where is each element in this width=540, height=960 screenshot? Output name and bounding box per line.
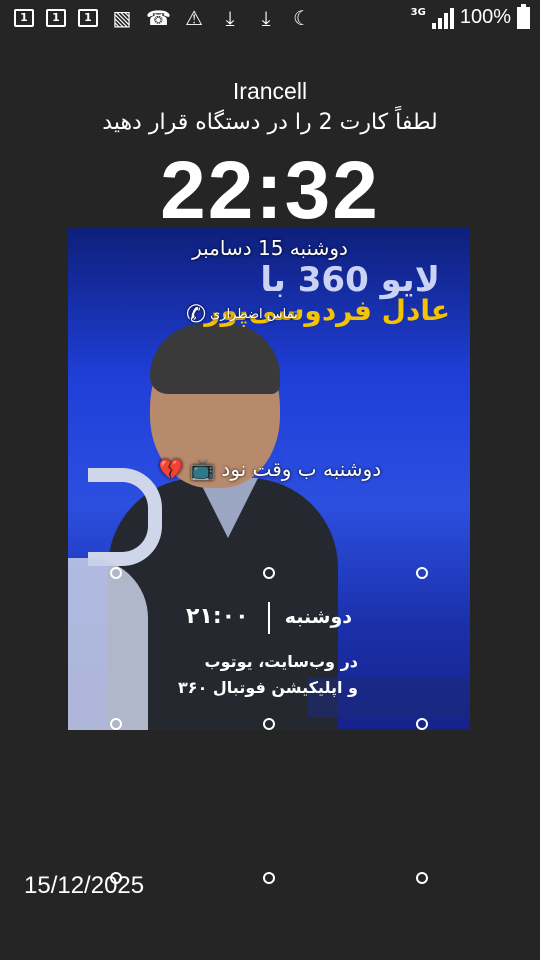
download-icon: ⤓ — [261, 6, 271, 30]
battery-icon — [517, 3, 530, 29]
warning-icon: ⚠ — [185, 6, 203, 30]
emergency-call-label: تماس اضطراری — [210, 306, 298, 322]
broken-heart-icon: 💔 — [158, 457, 184, 481]
owner-info-text: دوشنبه ب وقت نود — [221, 457, 382, 481]
tv-icon: 📺 — [190, 457, 216, 481]
battery-percent: 100% — [459, 6, 511, 28]
sim-1-icon: 1 — [14, 9, 34, 27]
wallpaper-day: دوشنبه — [284, 606, 352, 628]
pattern-dot[interactable] — [263, 872, 275, 884]
sim-1-icon: 1 — [78, 9, 98, 27]
status-bar: 1 1 1 ▧ ☎ ⚠ ⤓ ⤓ ☾ 3G 100% — [0, 0, 540, 38]
pattern-dot[interactable] — [110, 567, 122, 579]
wallpaper-person-hair — [150, 324, 280, 394]
wallpaper-logo-shape — [88, 468, 162, 566]
pattern-dot[interactable] — [416, 872, 428, 884]
pattern-dot[interactable] — [110, 718, 122, 730]
signal-icon — [431, 7, 454, 29]
missed-call-icon: ☎ — [146, 6, 171, 30]
notification-icons: 1 1 1 ▧ ☎ ⚠ ⤓ ⤓ ☾ — [14, 7, 314, 29]
carrier-name: Irancell — [232, 78, 308, 104]
pattern-dot[interactable] — [263, 718, 275, 730]
image-icon: ▧ — [112, 6, 132, 30]
pattern-dot[interactable] — [416, 567, 428, 579]
wallpaper-info-1: در وب‌سایت، یوتوب — [204, 652, 358, 671]
lock-date: دوشنبه 15 دسامبر — [192, 236, 348, 260]
pattern-dot[interactable] — [263, 567, 275, 579]
moon-icon: ☾ — [293, 6, 311, 30]
footer-date: 15/12/2025 — [24, 872, 145, 899]
pattern-dot[interactable] — [416, 718, 428, 730]
download-icon: ⤓ — [225, 6, 235, 30]
wallpaper-info-2: و اپلیکیشن فوتبال ۳۶۰ — [178, 678, 358, 697]
owner-info: دوشنبه ب وقت نود 📺 💔 — [0, 457, 540, 481]
sim-1-icon: 1 — [46, 9, 66, 27]
sim-message: لطفاً کارت 2 را در دستگاه قرار دهید — [102, 110, 438, 135]
emergency-call-button[interactable]: تماس اضطراری ✆ — [186, 300, 298, 328]
lock-clock: 22:32 — [160, 145, 380, 236]
network-type: 3G — [410, 7, 426, 18]
wallpaper-separator — [268, 602, 270, 634]
phone-icon: ✆ — [186, 300, 207, 328]
wallpaper-chair — [68, 558, 148, 730]
wallpaper-time: ۲۱:۰۰ — [186, 604, 249, 629]
